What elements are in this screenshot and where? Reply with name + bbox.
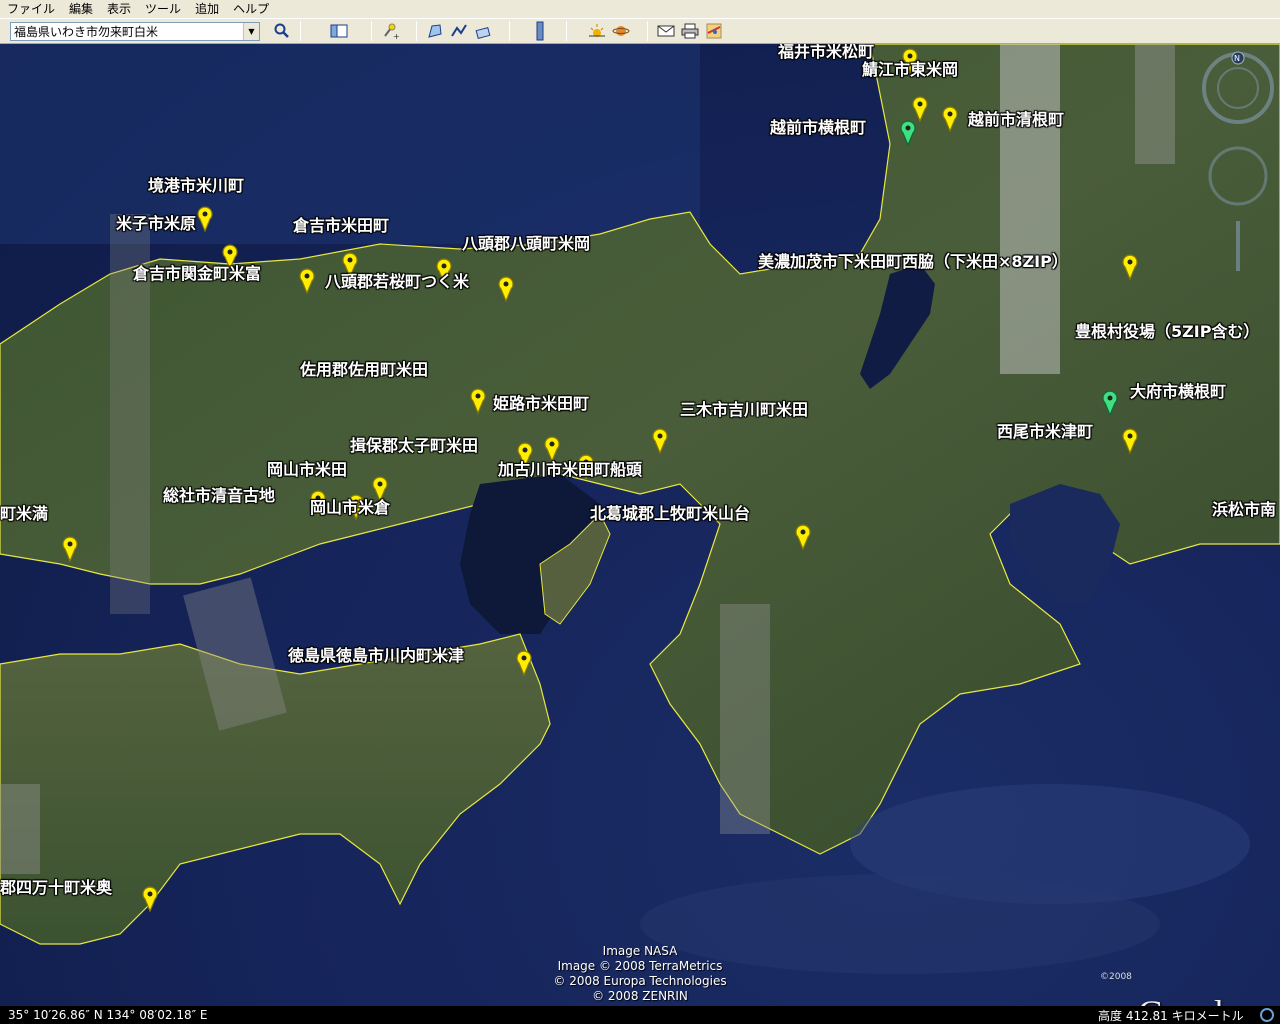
imagery-credits: Image NASA Image © 2008 TerraMetrics © 2… — [540, 944, 740, 1004]
add-placemark-button[interactable]: + — [378, 20, 402, 42]
placemark-pin-icon[interactable] — [299, 268, 315, 295]
credit-line: © 2008 Europa Technologies — [553, 974, 727, 988]
add-path-button[interactable] — [447, 20, 471, 42]
path-icon — [451, 24, 467, 37]
menu-help[interactable]: ヘルプ — [226, 0, 276, 18]
placemark-pin-icon[interactable] — [900, 120, 916, 147]
credit-line: Image NASA — [602, 944, 678, 958]
navigation-control[interactable]: N — [1198, 46, 1278, 276]
placemark-pin-icon[interactable] — [498, 276, 514, 303]
placemark-pin-icon[interactable] — [470, 388, 486, 415]
overlay-icon — [475, 26, 491, 40]
placemark-label[interactable]: 越前市横根町 — [770, 114, 866, 138]
sunlight-button[interactable] — [585, 20, 609, 42]
menu-file[interactable]: ファイル — [0, 0, 62, 18]
placemark-label[interactable]: 佐用郡佐用町米田 — [300, 356, 428, 380]
placemark-pin-icon[interactable] — [142, 886, 158, 913]
sun-icon — [589, 24, 605, 37]
svg-text:+: + — [393, 32, 399, 40]
placemark-label[interactable]: 米子市米原 — [116, 210, 196, 234]
search-input[interactable] — [11, 22, 243, 40]
polygon-icon — [428, 24, 442, 38]
toolbar-separator — [647, 21, 648, 41]
placemark-label[interactable]: 町米満 — [0, 500, 48, 524]
toolbar-separator — [566, 21, 567, 41]
streaming-indicator-icon — [1260, 1008, 1274, 1022]
toolbar-separator — [509, 21, 510, 41]
print-button[interactable] — [678, 20, 702, 42]
placemark-label[interactable]: 福井市米松町 — [778, 44, 874, 62]
placemark-label[interactable]: 倉吉市関金町米富 — [133, 260, 261, 284]
planet-icon — [612, 26, 630, 36]
placemark-pin-icon[interactable] — [197, 206, 213, 233]
credit-line: Image © 2008 TerraMetrics — [557, 959, 723, 973]
toolbar-separator — [300, 21, 301, 41]
placemark-pin-icon[interactable] — [652, 428, 668, 455]
placemark-pin-icon[interactable] — [1122, 428, 1138, 455]
placemark-pin-icon[interactable] — [1102, 390, 1118, 417]
sidebar-toggle-button[interactable] — [327, 20, 351, 42]
placemark-label[interactable]: 総社市清音古地 — [163, 482, 275, 506]
placemark-label[interactable]: 三木市吉川町米田 — [680, 396, 808, 420]
placemark-label[interactable]: 西尾市米津町 — [997, 418, 1093, 442]
placemark-label[interactable]: 八頭郡八頭町米岡 — [462, 230, 590, 254]
toolbar-separator — [416, 21, 417, 41]
placemark-label[interactable]: 豊根村役場（5ZIP含む） — [1075, 318, 1259, 342]
menu-bar: ファイル 編集 表示 ツール 追加 ヘルプ — [0, 0, 1280, 18]
placemark-pin-icon[interactable] — [1122, 254, 1138, 281]
menu-view[interactable]: 表示 — [100, 0, 138, 18]
menu-tools[interactable]: ツール — [138, 0, 188, 18]
add-polygon-button[interactable] — [423, 20, 447, 42]
sky-switch-button[interactable] — [609, 20, 633, 42]
placemark-label[interactable]: 倉吉市米田町 — [293, 212, 389, 236]
ruler-icon — [536, 21, 544, 41]
search-icon — [274, 23, 289, 38]
placemark-pin-icon[interactable] — [516, 650, 532, 677]
earth-map-view[interactable]: N 福井市米松町 鯖江市東米岡 越前市横根町 越前市清根町 境港市米川町 米子市米原 倉吉市… — [0, 44, 1280, 1006]
status-altitude: 高度 412.81 キロメートル — [1098, 1008, 1244, 1023]
menu-add[interactable]: 追加 — [188, 0, 226, 18]
placemark-label[interactable]: 郡四万十町米奥 — [0, 874, 112, 898]
search-button[interactable] — [270, 20, 294, 42]
menu-edit[interactable]: 編集 — [62, 0, 100, 18]
credit-line: © 2008 ZENRIN — [592, 989, 688, 1003]
placemark-label[interactable]: 徳島県徳島市川内町米津 — [288, 642, 464, 666]
email-icon — [657, 25, 675, 37]
placemark-label[interactable]: 境港市米川町 — [148, 172, 244, 196]
placemark-label[interactable]: 揖保郡太子町米田 — [350, 432, 478, 456]
email-button[interactable] — [654, 20, 678, 42]
search-dropdown-button[interactable]: ▼ — [243, 22, 259, 40]
placemark-label[interactable]: 岡山市米倉 — [310, 494, 390, 518]
maps-icon — [706, 23, 722, 39]
search-box: ▼ — [10, 21, 260, 41]
placemark-label[interactable]: 越前市清根町 — [968, 106, 1064, 130]
toolbar-separator — [371, 21, 372, 41]
google-maps-button[interactable] — [702, 20, 726, 42]
placemark-label[interactable]: 美濃加茂市下米田町西脇（下米田×8ZIP） — [758, 248, 1068, 272]
sidebar-icon — [330, 24, 348, 38]
add-overlay-button[interactable] — [471, 20, 495, 42]
status-coordinates: 35° 10′26.86″ N 134° 08′02.18″ E — [8, 1008, 208, 1022]
placemark-label[interactable]: 浜松市南 — [1212, 496, 1276, 520]
placemark-add-icon: + — [384, 23, 399, 40]
placemark-pin-icon[interactable] — [912, 96, 928, 123]
placemark-label[interactable]: 姫路市米田町 — [493, 390, 589, 414]
toolbar: ▼ + — [0, 18, 1280, 44]
logo-year: ©2008 — [1100, 972, 1132, 982]
print-icon — [681, 23, 699, 39]
placemark-pin-icon[interactable] — [795, 524, 811, 551]
placemark-pin-icon[interactable] — [942, 106, 958, 133]
placemark-label[interactable]: 八頭郡若桜町つく米 — [325, 268, 469, 292]
placemark-label[interactable]: 北葛城郡上牧町米山台 — [590, 500, 750, 524]
placemark-label[interactable]: 岡山市米田 — [267, 456, 347, 480]
google-logo: Google — [1138, 992, 1239, 1006]
placemark-label[interactable]: 加古川市米田町船頭 — [498, 456, 642, 480]
svg-text:N: N — [1234, 54, 1240, 63]
placemark-pin-icon[interactable] — [62, 536, 78, 563]
status-bar: 35° 10′26.86″ N 134° 08′02.18″ E 高度 412.… — [0, 1006, 1280, 1024]
placemark-label[interactable]: 鯖江市東米岡 — [862, 56, 958, 80]
ruler-button[interactable] — [528, 20, 552, 42]
placemark-label[interactable]: 大府市横根町 — [1130, 378, 1226, 402]
